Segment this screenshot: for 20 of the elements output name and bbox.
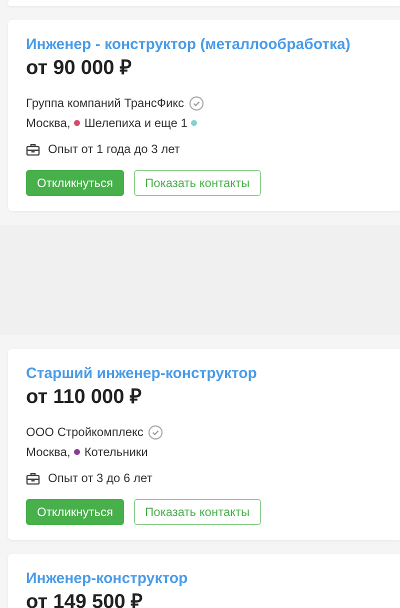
respond-button[interactable]: Откликнуться [26, 170, 124, 196]
metro-station: Шелепиха и еще 1 [84, 115, 188, 132]
salary-text: от 110 000 ₽ [26, 385, 143, 410]
vacancy-title-link[interactable]: Инженер - конструктор (металлообработка) [26, 35, 400, 55]
experience-text: Опыт от 1 года до 3 лет [48, 141, 180, 158]
company-name: Группа компаний ТрансФикс [26, 95, 184, 112]
respond-button[interactable]: Откликнуться [26, 499, 124, 525]
company-name: ООО Стройкомплекс [26, 424, 144, 441]
show-contacts-button[interactable]: Показать контакты [134, 499, 261, 525]
show-contacts-button[interactable]: Показать контакты [134, 170, 261, 196]
salary-text: от 149 500 ₽ [26, 590, 144, 608]
vacancy-title-link[interactable]: Старший инженер-конструктор [26, 364, 400, 384]
city-text: Москва, [26, 115, 70, 132]
metro-station: Котельники [84, 444, 148, 461]
salary-text: от 90 000 ₽ [26, 56, 133, 81]
experience-text: Опыт от 3 до 6 лет [48, 470, 152, 487]
briefcase-icon [26, 472, 40, 484]
vacancy-title-link[interactable]: Инженер-конструктор [26, 569, 400, 589]
city-text: Москва, [26, 444, 70, 461]
briefcase-icon [26, 142, 40, 156]
